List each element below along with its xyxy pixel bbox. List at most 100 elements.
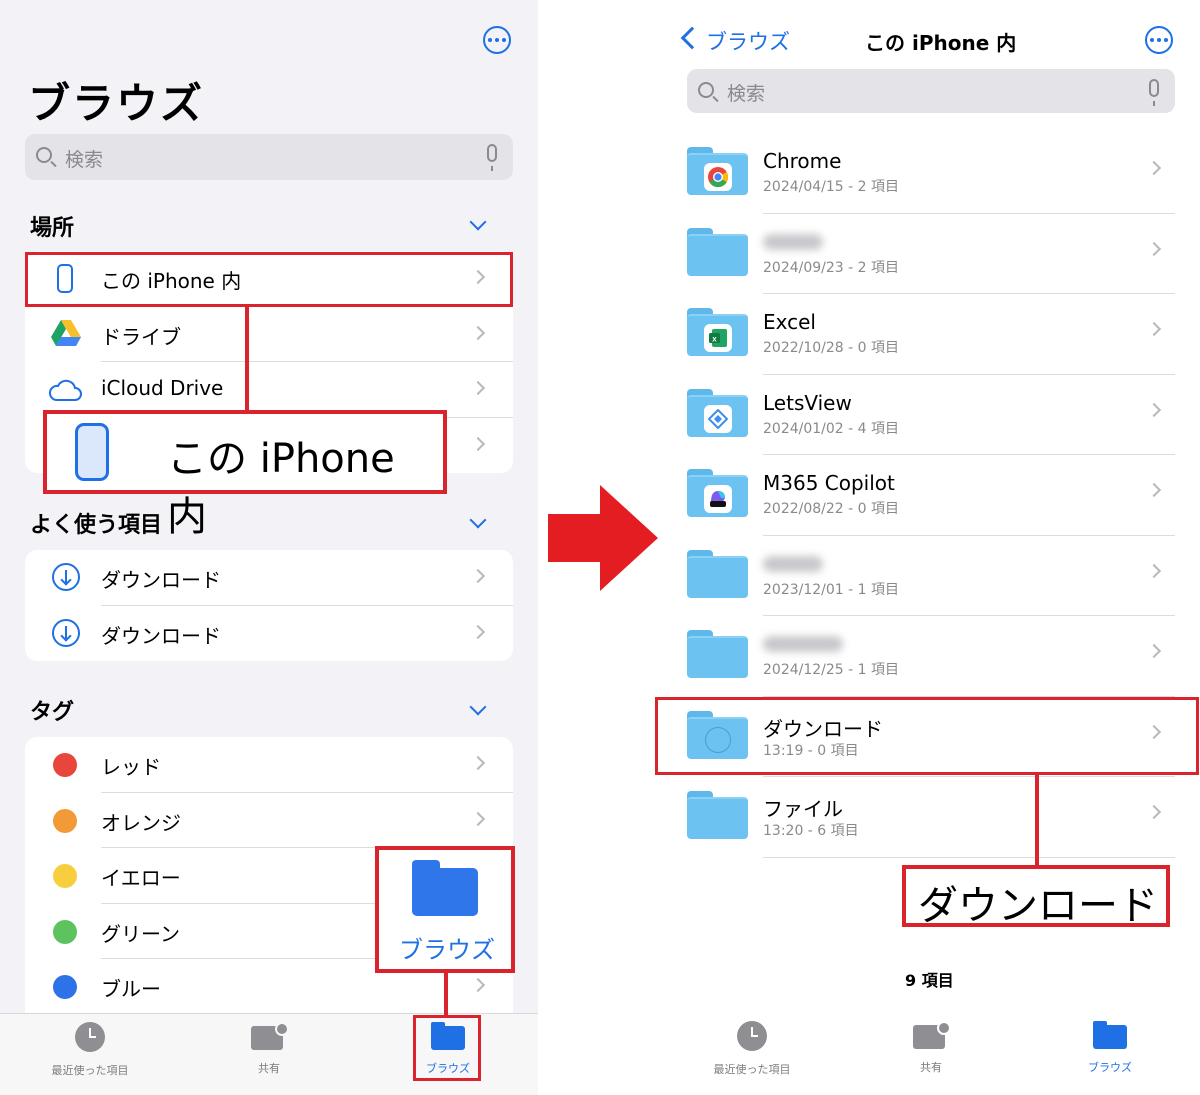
more-options-button[interactable] [1145, 26, 1173, 54]
folder-name: M365 Copilot [763, 471, 895, 495]
folder-icon [687, 791, 748, 839]
tab-label: 共有 [258, 1062, 280, 1075]
tab-label: 最近使った項目 [51, 1064, 129, 1077]
chevron-right-icon [1146, 241, 1162, 256]
chevron-down-icon[interactable] [469, 698, 487, 716]
folder-name: ファイル [763, 797, 843, 821]
iphone-icon [75, 423, 109, 481]
folder-meta: 2024/12/25 - 1 項目 [763, 662, 900, 678]
search-field[interactable]: 検索 [25, 134, 513, 180]
tab-browse[interactable]: ブラウズ [1050, 1021, 1170, 1075]
callout-connector [1035, 775, 1039, 867]
chevron-right-icon [470, 436, 486, 451]
shared-folder-icon [913, 1021, 951, 1049]
item-count: 9 項目 [905, 971, 954, 990]
tab-label: 共有 [920, 1061, 942, 1074]
chevron-right-icon [1146, 804, 1162, 820]
clock-icon [737, 1021, 767, 1051]
chevron-right-icon [470, 811, 486, 826]
section-header-locations: 場所 [30, 216, 75, 241]
yellow-tag-dot-icon [53, 864, 77, 888]
chevron-right-icon [1146, 482, 1162, 498]
blue-tag-dot-icon [53, 975, 77, 999]
chevron-right-icon [470, 755, 486, 771]
chevron-right-icon [1146, 160, 1162, 176]
google-drive-icon [51, 319, 81, 346]
tag-item-orange[interactable]: オレンジ [25, 793, 513, 848]
callout-this-iphone: この iPhone 内 [43, 410, 447, 540]
tag-label: オレンジ [101, 810, 181, 835]
red-arrow-icon [548, 485, 658, 591]
folder-row-chrome[interactable]: Chrome 2024/04/15 - 2 項目 [687, 133, 1175, 214]
tab-recents[interactable]: 最近使った項目 [692, 1021, 812, 1077]
tab-shared[interactable]: 共有 [871, 1021, 991, 1075]
folder-icon: x [687, 308, 748, 356]
callout-label: この iPhone 内 [167, 436, 395, 540]
search-icon [36, 147, 52, 163]
folder-icon [687, 469, 748, 517]
list-item-drive[interactable]: ドライブ [25, 307, 513, 362]
back-button[interactable]: ブラウズ [706, 26, 790, 56]
folder-name: Excel [763, 310, 816, 334]
folder-icon [687, 388, 748, 437]
list-item-label: ドライブ [101, 324, 181, 349]
nav-title: この iPhone 内 [865, 31, 1017, 55]
folder-meta: 2024/09/23 - 2 項目 [763, 259, 900, 276]
search-field[interactable]: 検索 [687, 69, 1175, 113]
tab-recents[interactable]: 最近使った項目 [30, 1022, 150, 1078]
tag-label: ブルー [101, 977, 161, 1001]
shared-folder-icon [251, 1022, 289, 1050]
chevron-right-icon [1146, 563, 1162, 578]
folder-row-blurred[interactable]: 2023/12/01 - 1 項目 [687, 536, 1175, 616]
tab-label: ブラウズ [1088, 1061, 1132, 1074]
folder-row-m365-copilot[interactable]: M365 Copilot 2022/08/22 - 0 項目 [687, 455, 1175, 536]
letsview-icon [704, 404, 732, 433]
folder-row-excel[interactable]: x Excel 2022/10/28 - 0 項目 [687, 294, 1175, 375]
folder-icon [687, 630, 748, 678]
folder-row-files[interactable]: ファイル 13:20 - 6 項目 [687, 777, 1175, 858]
chevron-right-icon [470, 624, 486, 639]
folder-icon [1093, 1021, 1127, 1049]
list-item-downloads[interactable]: ダウンロード [25, 606, 513, 662]
folder-meta: 2024/04/15 - 2 項目 [763, 179, 900, 195]
folder-row-letsview[interactable]: LetsView 2024/01/02 - 4 項目 [687, 375, 1175, 455]
chevron-right-icon [1146, 321, 1162, 337]
download-icon [52, 618, 80, 647]
chevron-down-icon[interactable] [469, 511, 487, 529]
folder-row-blurred[interactable]: 2024/12/25 - 1 項目 [687, 616, 1175, 697]
chevron-right-icon [470, 380, 486, 396]
folder-meta: 2022/10/28 - 0 項目 [763, 340, 900, 356]
folder-meta: 2022/08/22 - 0 項目 [763, 501, 900, 517]
green-tag-dot-icon [53, 919, 77, 944]
m365-icon [704, 485, 732, 513]
red-tag-dot-icon [53, 753, 77, 777]
folder-icon [412, 860, 478, 916]
list-item-downloads[interactable]: ダウンロード [25, 550, 513, 606]
section-header-favorites: よく使う項目 [30, 513, 163, 538]
search-placeholder: 検索 [727, 83, 766, 105]
more-options-button[interactable] [483, 26, 511, 54]
callout-downloads: ダウンロード [902, 865, 1170, 929]
icloud-icon [48, 379, 82, 401]
this-iphone-screen: ブラウズ この iPhone 内 検索 Chrome 2024/04/15 - … [655, 0, 1200, 1095]
folder-name: LetsView [763, 390, 852, 415]
tab-label: 最近使った項目 [713, 1063, 791, 1076]
files-browse-screen: ブラウズ 検索 場所 この iPhone 内 ドライブ iCloud Drive… [0, 0, 538, 1095]
blurred-folder-name [763, 555, 823, 572]
tag-item-red[interactable]: レッド [25, 737, 513, 793]
microphone-icon[interactable] [487, 144, 497, 171]
microphone-icon[interactable] [1149, 79, 1159, 106]
blurred-folder-name [763, 636, 843, 652]
folder-icon [687, 147, 748, 195]
tag-label: グリーン [101, 921, 180, 946]
chevron-right-icon [1146, 643, 1162, 659]
chevron-right-icon [470, 977, 486, 993]
tab-shared[interactable]: 共有 [209, 1022, 329, 1076]
folder-row-blurred[interactable]: 2024/09/23 - 2 項目 [687, 214, 1175, 294]
highlight-box-iphone [25, 252, 513, 307]
back-chevron-icon[interactable] [680, 26, 704, 50]
chevron-down-icon[interactable] [469, 213, 487, 231]
tag-label: レッド [101, 755, 161, 779]
list-item-label: iCloud Drive [101, 376, 224, 400]
download-icon [52, 563, 80, 591]
